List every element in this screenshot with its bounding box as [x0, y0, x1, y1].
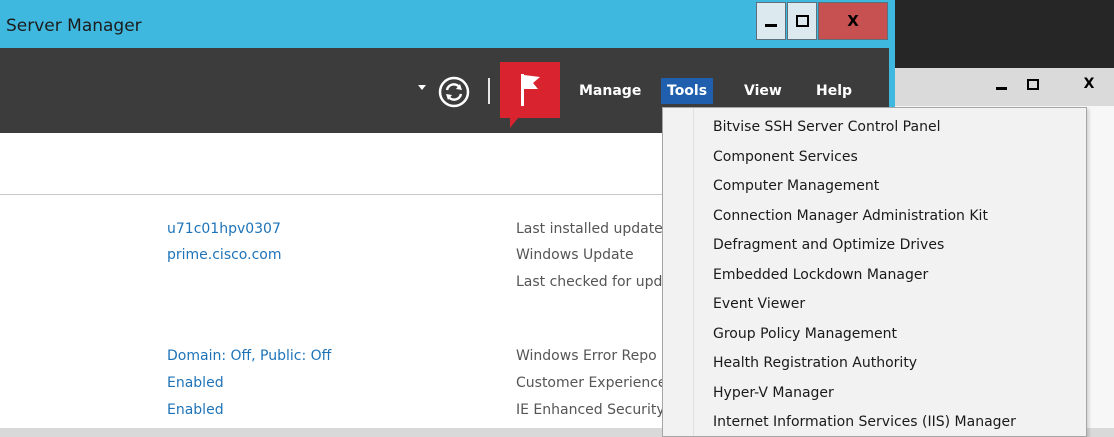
- tools-menu-item[interactable]: Computer Management: [713, 174, 879, 198]
- maximize-button[interactable]: [787, 2, 817, 40]
- computer-name-link[interactable]: u71c01hpv0307: [167, 221, 281, 237]
- background-minimize-button[interactable]: [986, 70, 1016, 98]
- ie-enhanced-security-label: IE Enhanced Security: [516, 402, 665, 418]
- tools-menu-item[interactable]: Connection Manager Administration Kit: [713, 204, 988, 228]
- menu-tools[interactable]: Tools: [661, 78, 714, 104]
- last-checked-for-updates-label: Last checked for upd: [516, 274, 663, 290]
- last-installed-updates-label: Last installed update: [516, 221, 663, 237]
- close-button[interactable]: X: [818, 2, 888, 40]
- minimize-button[interactable]: [756, 2, 786, 40]
- remote-management-link[interactable]: Enabled: [167, 375, 224, 391]
- tools-menu-item[interactable]: Internet Information Services (IIS) Mana…: [713, 410, 1016, 434]
- tools-menu-item[interactable]: Health Registration Authority: [713, 351, 917, 375]
- background-dark-area: [890, 0, 1114, 68]
- tools-menu-item[interactable]: Event Viewer: [713, 292, 805, 316]
- tools-dropdown-menu: Bitvise SSH Server Control Panel Compone…: [662, 107, 1087, 437]
- menu-help[interactable]: Help: [810, 78, 858, 104]
- tools-menu-item[interactable]: Hyper-V Manager: [713, 381, 834, 405]
- toolbar-separator: [488, 78, 490, 104]
- windows-update-label: Windows Update: [516, 247, 634, 263]
- minimize-icon: [765, 24, 777, 27]
- refresh-icon[interactable]: [437, 75, 471, 109]
- customer-experience-label: Customer Experience: [516, 375, 667, 391]
- windows-error-reporting-label: Windows Error Repo: [516, 348, 657, 364]
- remote-desktop-link[interactable]: Enabled: [167, 402, 224, 418]
- close-icon: X: [1083, 76, 1095, 92]
- close-icon: X: [847, 12, 859, 30]
- window-title: Server Manager: [6, 16, 142, 36]
- dropdown-arrow-icon[interactable]: [418, 85, 426, 90]
- tools-menu-item[interactable]: Bitvise SSH Server Control Panel: [713, 115, 940, 139]
- minimize-icon: [995, 86, 1007, 90]
- notifications-flag-icon[interactable]: [500, 62, 560, 128]
- maximize-icon: [795, 15, 809, 27]
- tools-menu-item[interactable]: Component Services: [713, 145, 858, 169]
- menu-gutter: [693, 108, 694, 436]
- menu-view[interactable]: View: [738, 78, 788, 104]
- maximize-icon: [1027, 78, 1039, 90]
- domain-link[interactable]: prime.cisco.com: [167, 247, 281, 263]
- firewall-status-link[interactable]: Domain: Off, Public: Off: [167, 348, 331, 364]
- tools-menu-item[interactable]: Group Policy Management: [713, 322, 897, 346]
- background-close-button[interactable]: X: [1074, 70, 1104, 98]
- title-bar: Server Manager X: [0, 0, 889, 48]
- background-maximize-button[interactable]: [1018, 70, 1048, 98]
- tools-menu-item[interactable]: Defragment and Optimize Drives: [713, 233, 944, 257]
- menu-manage[interactable]: Manage: [573, 78, 647, 104]
- tools-menu-item[interactable]: Embedded Lockdown Manager: [713, 263, 928, 287]
